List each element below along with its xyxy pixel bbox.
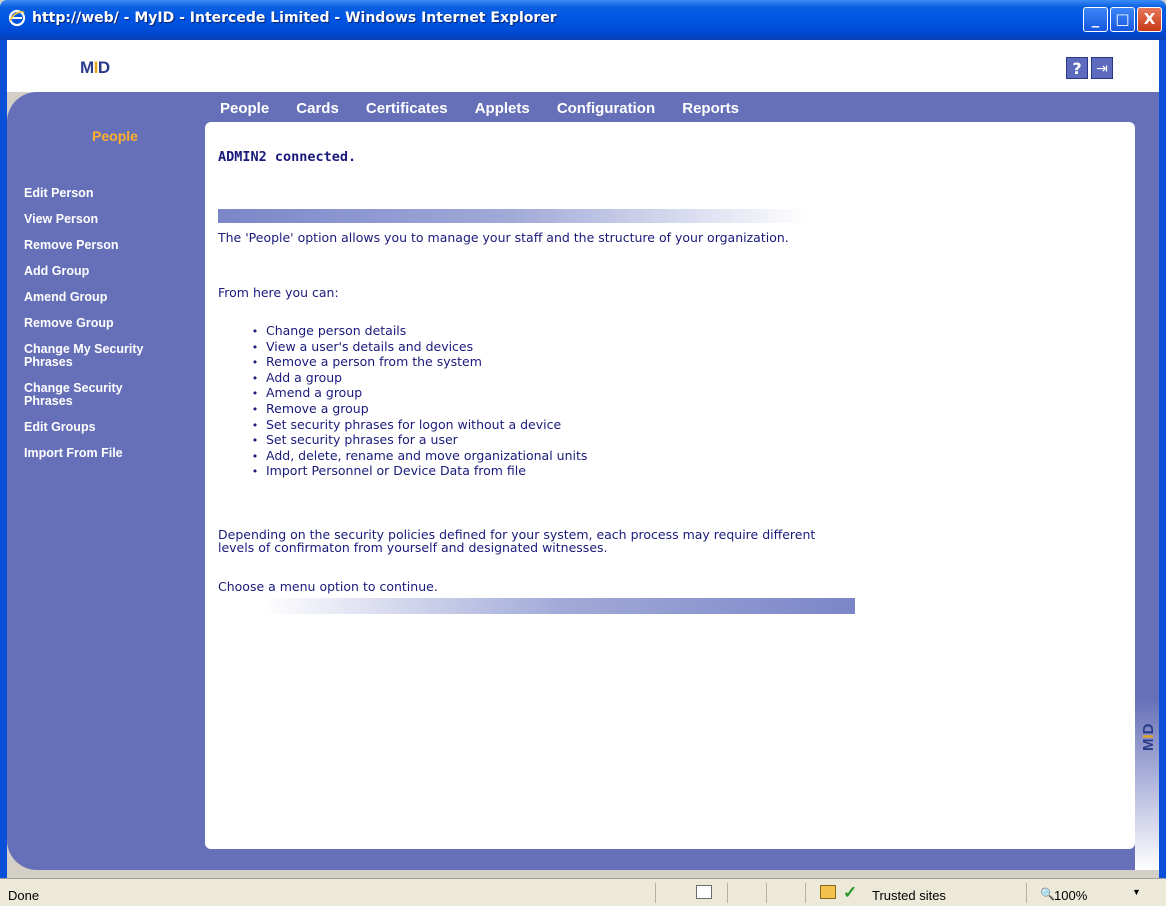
list-item: Import Personnel or Device Data from fil… [244,464,587,480]
decorative-bar-top [218,209,808,223]
window-title: http://web/ - MyID - Intercede Limited -… [32,10,557,26]
close-button[interactable]: X [1137,7,1162,32]
zoom-level[interactable]: 100% [1054,888,1087,903]
choose-option-text: Choose a menu option to continue. [218,579,438,594]
intro-text: The 'People' option allows you to manage… [218,230,789,245]
window-titlebar[interactable]: http://web/ - MyID - Intercede Limited -… [0,0,1166,40]
ie-icon [8,9,26,27]
policy-text: Depending on the security policies defin… [218,527,816,555]
top-navigation: People Cards Certificates Applets Config… [220,98,761,120]
list-item: Set security phrases for a user [244,433,587,449]
sidebar-menu: Edit Person View Person Remove Person Ad… [24,187,194,473]
list-item: Remove a group [244,401,587,418]
nav-certificates[interactable]: Certificates [366,100,448,117]
status-bar: Done ✓ Trusted sites 🔍 100% ▼ [0,878,1166,906]
myid-side-logo: MID [1140,723,1157,751]
security-zone-icon [820,885,836,899]
sidebar-title: People [92,128,138,144]
sidebar-item-edit-groups[interactable]: Edit Groups [24,421,194,434]
sidebar-item-amend-group[interactable]: Amend Group [24,291,194,304]
maximize-icon: □ [1115,10,1130,28]
minimize-button[interactable]: _ [1083,7,1108,32]
list-item: Add a group [244,370,587,387]
status-text: Done [8,888,40,903]
zoom-dropdown-icon[interactable]: ▼ [1132,887,1141,897]
sidebar-item-add-group[interactable]: Add Group [24,265,194,278]
list-item: Set security phrases for logon without a… [244,417,587,434]
window-frame-right [1159,40,1166,878]
decorative-bar-bottom [262,598,855,614]
options-list: Change person details View a user's deta… [244,323,587,480]
sidebar-item-remove-person[interactable]: Remove Person [24,239,194,252]
exit-icon: ⇥ [1096,61,1108,77]
list-item: Remove a person from the system [244,355,587,371]
nav-reports[interactable]: Reports [682,100,739,117]
sidebar-item-change-security-phrases[interactable]: Change Security Phrases [24,382,154,408]
sidebar-item-view-person[interactable]: View Person [24,213,194,226]
nav-cards[interactable]: Cards [296,100,339,117]
app-header [7,40,1159,92]
security-zone-label[interactable]: Trusted sites [872,888,946,903]
sidebar-item-remove-group[interactable]: Remove Group [24,317,194,330]
nav-configuration[interactable]: Configuration [557,100,655,117]
network-icon [696,885,712,899]
zoom-icon: 🔍 [1040,887,1055,901]
maximize-button[interactable]: □ [1110,7,1135,32]
sidebar-item-change-my-security-phrases[interactable]: Change My Security Phrases [24,343,174,369]
sidebar-item-import-from-file[interactable]: Import From File [24,447,194,460]
nav-people[interactable]: People [220,100,269,117]
list-item: View a user's details and devices [244,339,587,356]
window-frame-left [0,40,7,878]
sidebar-item-edit-person[interactable]: Edit Person [24,187,194,200]
connection-status: ADMIN2 connected. [218,149,357,165]
help-button[interactable]: ? [1066,57,1088,79]
help-icon: ? [1072,59,1082,78]
close-icon: X [1143,10,1156,28]
list-item: Add, delete, rename and move organizatio… [244,448,587,465]
minimize-icon: _ [1091,10,1100,28]
list-item: Change person details [244,323,587,340]
check-icon: ✓ [843,883,858,902]
nav-applets[interactable]: Applets [475,100,530,117]
from-here-text: From here you can: [218,285,339,300]
logout-button[interactable]: ⇥ [1091,57,1113,79]
myid-logo: MID [80,58,110,77]
list-item: Amend a group [244,386,587,402]
